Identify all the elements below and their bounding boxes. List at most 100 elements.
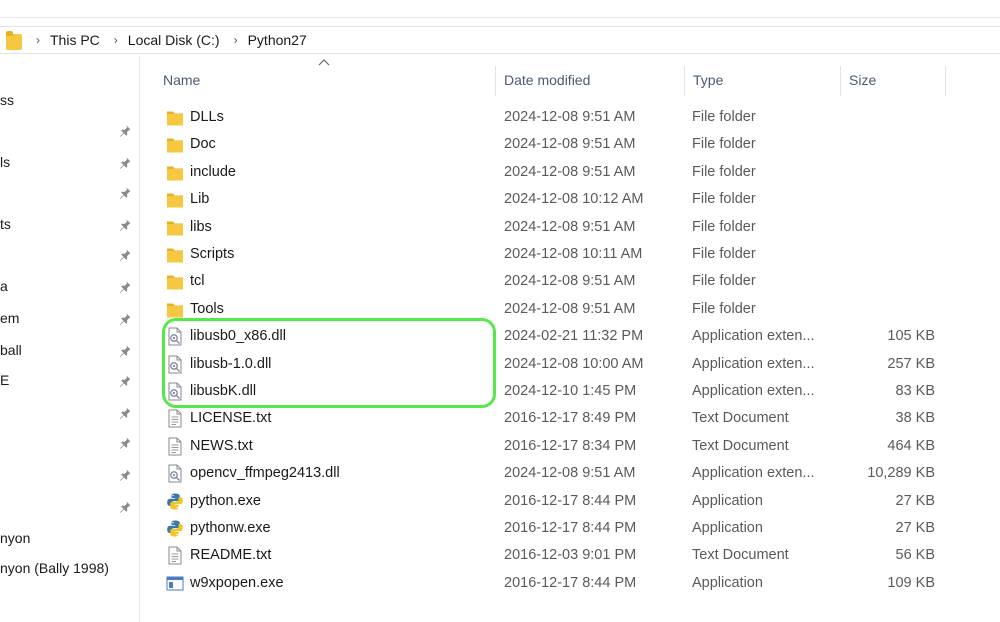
file-type: File folder bbox=[692, 163, 756, 180]
file-row[interactable]: opencv_ffmpeg2413.dll 2024-12-08 9:51 AM A… bbox=[160, 460, 950, 487]
title-bar-strip bbox=[0, 0, 1000, 18]
breadcrumb-local-disk[interactable]: Local Disk (C:) bbox=[128, 32, 220, 48]
file-type: File folder bbox=[692, 218, 756, 235]
file-date-modified: 2016-12-17 8:49 PM bbox=[504, 410, 637, 427]
file-row[interactable]: Tools 2024-12-08 9:51 AM File folder bbox=[160, 296, 950, 323]
file-row[interactable]: Scripts 2024-12-08 10:11 AM File folder bbox=[160, 241, 950, 268]
file-row[interactable]: README.txt 2016-12-03 9:01 PM Text Documen… bbox=[160, 542, 950, 569]
file-size: 83 KB bbox=[895, 383, 936, 399]
file-size: 10,289 KB bbox=[867, 465, 935, 482]
file-size: 109 KB bbox=[887, 574, 935, 591]
file-size: 464 KB bbox=[887, 437, 935, 454]
pin-icon[interactable] bbox=[118, 406, 132, 420]
folder-icon bbox=[166, 245, 184, 264]
file-row[interactable]: w9xpopen.exe 2016-12-17 8:44 PM Applicatio… bbox=[160, 570, 950, 597]
file-size bbox=[840, 214, 935, 241]
address-bar[interactable]: › This PC › Local Disk (C:) › Python27 bbox=[0, 26, 1000, 54]
breadcrumb-python27[interactable]: Python27 bbox=[248, 32, 307, 48]
column-header-type-label: Type bbox=[693, 72, 724, 88]
folder-icon bbox=[166, 163, 184, 182]
nav-item[interactable]: nyon bbox=[0, 530, 30, 546]
pin-icon[interactable] bbox=[118, 312, 132, 326]
column-divider[interactable] bbox=[945, 66, 946, 96]
column-header-size[interactable]: Size bbox=[841, 62, 945, 98]
nav-item[interactable]: em bbox=[0, 310, 19, 326]
file-name: DLLs bbox=[190, 109, 224, 125]
file-row[interactable]: libusb0_x86.dll 2024-02-21 11:32 PM Applic… bbox=[160, 323, 950, 350]
column-header-date[interactable]: Date modified bbox=[496, 62, 684, 98]
file-row[interactable]: tcl 2024-12-08 9:51 AM File folder bbox=[160, 268, 950, 295]
dll-icon bbox=[166, 464, 184, 483]
file-row[interactable]: libusb-1.0.dll 2024-12-08 10:00 AM Applica… bbox=[160, 351, 950, 378]
file-row[interactable]: libusbK.dll 2024-12-10 1:45 PM Application… bbox=[160, 378, 950, 405]
file-name: libusbK.dll bbox=[190, 383, 257, 399]
text-file-icon bbox=[166, 437, 184, 456]
nav-item[interactable]: ls bbox=[0, 154, 10, 170]
folder-icon bbox=[166, 135, 184, 154]
file-row[interactable]: libs 2024-12-08 9:51 AM File folder bbox=[160, 214, 950, 241]
file-type: Text Document bbox=[692, 437, 789, 454]
file-row[interactable]: pythonw.exe 2016-12-17 8:44 PM Application… bbox=[160, 515, 950, 542]
file-row[interactable]: DLLs 2024-12-08 9:51 AM File folder bbox=[160, 104, 950, 131]
chevron-right-icon[interactable]: › bbox=[36, 33, 40, 47]
dll-icon bbox=[166, 355, 184, 374]
column-header-type[interactable]: Type bbox=[685, 62, 840, 98]
file-name: libusb-1.0.dll bbox=[190, 355, 272, 372]
file-row[interactable]: Doc 2024-12-08 9:51 AM File folder bbox=[160, 131, 950, 158]
python-icon bbox=[166, 519, 184, 538]
file-row[interactable]: NEWS.txt 2016-12-17 8:34 PM Text Document 4… bbox=[160, 433, 950, 460]
file-row[interactable]: python.exe 2016-12-17 8:44 PM Application 2… bbox=[160, 488, 950, 515]
file-row[interactable]: LICENSE.txt 2016-12-17 8:49 PM Text Docume… bbox=[160, 405, 950, 432]
column-header-name[interactable]: Name bbox=[155, 62, 495, 98]
file-date-modified: 2016-12-03 9:01 PM bbox=[504, 547, 637, 564]
file-size: 38 KB bbox=[895, 410, 936, 427]
file-name: pythonw.exe bbox=[190, 520, 271, 536]
file-size bbox=[840, 296, 935, 323]
nav-item[interactable]: nyon (Bally 1998) bbox=[0, 560, 109, 576]
chevron-right-icon[interactable]: › bbox=[234, 33, 238, 47]
file-date-modified: 2024-12-08 9:51 AM bbox=[504, 136, 636, 153]
nav-item[interactable]: a bbox=[0, 278, 8, 294]
file-date-modified: 2024-02-21 11:32 PM bbox=[504, 328, 644, 345]
nav-item[interactable]: E bbox=[0, 372, 9, 388]
file-type: File folder bbox=[692, 300, 756, 317]
file-date-modified: 2024-12-08 9:51 AM bbox=[504, 300, 636, 317]
file-type: File folder bbox=[692, 136, 756, 153]
nav-item[interactable]: ball bbox=[0, 342, 22, 358]
text-file-icon bbox=[166, 409, 184, 428]
file-type: Application exten... bbox=[692, 465, 815, 482]
file-row[interactable]: Lib 2024-12-08 10:12 AM File folder bbox=[160, 186, 950, 213]
nav-item[interactable]: ss bbox=[0, 92, 14, 108]
breadcrumb-this-pc[interactable]: This PC bbox=[50, 32, 100, 48]
navigation-pane[interactable]: ss ls ts a em ball Enyon nyon (Bally 1998) bbox=[0, 56, 140, 622]
pin-icon[interactable] bbox=[118, 280, 132, 294]
file-name: libusb0_x86.dll bbox=[190, 328, 286, 345]
file-type: Application exten... bbox=[692, 328, 815, 345]
file-name: libs bbox=[190, 218, 212, 235]
file-row[interactable]: include 2024-12-08 9:51 AM File folder bbox=[160, 159, 950, 186]
pin-icon[interactable] bbox=[118, 156, 132, 170]
file-size bbox=[840, 268, 935, 295]
pin-icon[interactable] bbox=[118, 186, 132, 200]
folder-icon bbox=[166, 218, 184, 237]
file-name: Tools bbox=[190, 300, 224, 317]
file-date-modified: 2024-12-08 10:11 AM bbox=[504, 246, 643, 262]
file-date-modified: 2016-12-17 8:44 PM bbox=[504, 492, 637, 509]
pin-icon[interactable] bbox=[118, 218, 132, 232]
pin-icon[interactable] bbox=[118, 468, 132, 482]
pin-icon[interactable] bbox=[118, 248, 132, 262]
file-name: LICENSE.txt bbox=[190, 410, 272, 427]
exe-window-icon bbox=[166, 574, 184, 593]
pin-icon[interactable] bbox=[118, 374, 132, 388]
file-date-modified: 2024-12-08 10:12 AM bbox=[504, 191, 644, 208]
pin-icon[interactable] bbox=[118, 124, 132, 138]
pin-icon[interactable] bbox=[118, 500, 132, 514]
file-type: Application bbox=[692, 492, 763, 509]
pin-icon[interactable] bbox=[118, 436, 132, 450]
dll-icon bbox=[166, 382, 184, 401]
file-name: include bbox=[190, 163, 236, 180]
pin-icon[interactable] bbox=[118, 344, 132, 358]
chevron-right-icon[interactable]: › bbox=[114, 33, 118, 47]
file-type: File folder bbox=[692, 191, 756, 208]
nav-item[interactable]: ts bbox=[0, 216, 11, 232]
